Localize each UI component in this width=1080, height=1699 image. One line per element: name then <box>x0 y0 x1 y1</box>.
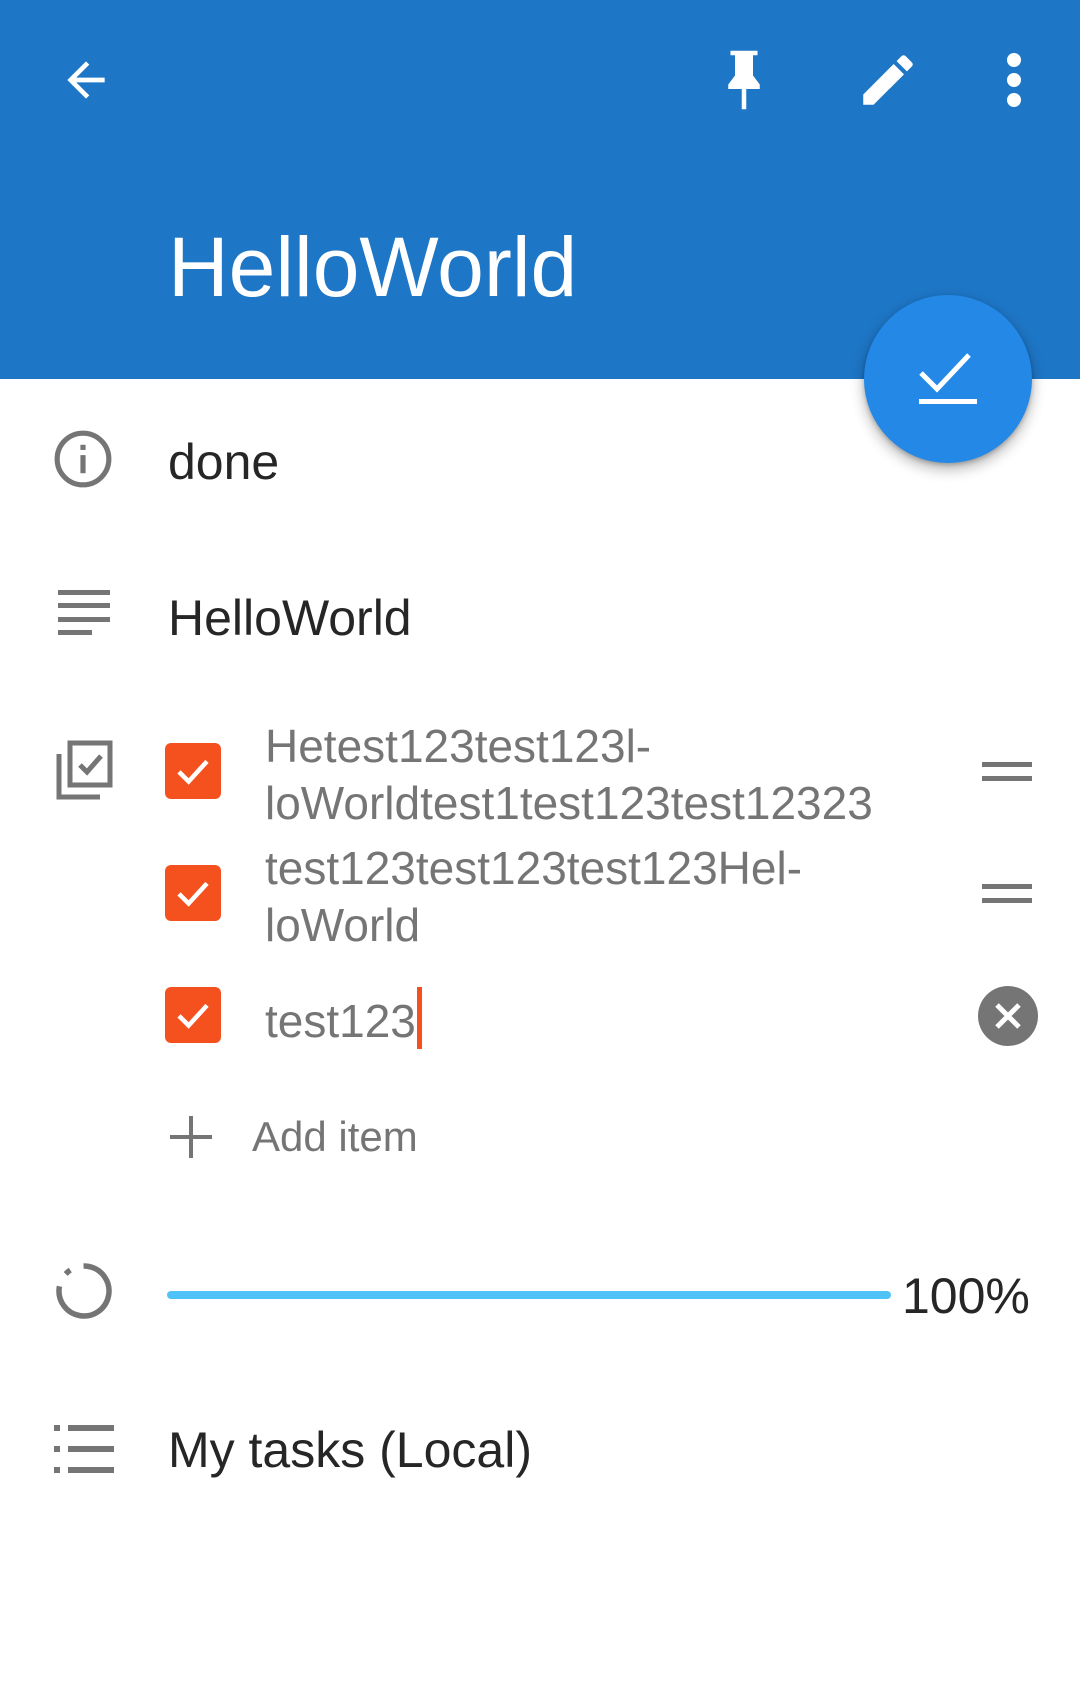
progress-fill <box>167 1291 891 1299</box>
plus-icon <box>170 1116 212 1158</box>
add-item-button[interactable]: Add item <box>168 1110 428 1164</box>
checklist-item-checkbox[interactable] <box>165 987 221 1043</box>
task-list-value[interactable]: My tasks (Local) <box>168 1425 532 1475</box>
checklist-item-checkbox[interactable] <box>165 743 221 799</box>
checklist-item-input-value: test123 <box>265 995 416 1047</box>
checklist-item-checkbox[interactable] <box>165 865 221 921</box>
clear-item-button[interactable] <box>976 984 1040 1048</box>
checklist-item-input[interactable]: test123 <box>265 987 925 1050</box>
complete-fab[interactable] <box>864 295 1032 463</box>
pin-button[interactable] <box>700 38 788 122</box>
pin-icon <box>728 50 760 110</box>
task-title: HelloWorld <box>168 220 578 314</box>
status-value[interactable]: done <box>168 437 279 487</box>
more-vert-icon <box>1007 53 1021 107</box>
check-icon <box>177 881 209 907</box>
text-cursor <box>416 987 422 1049</box>
check-icon <box>177 759 209 785</box>
progress-bar[interactable] <box>167 1291 891 1299</box>
progress-label: 100% <box>902 1268 1030 1324</box>
list-icon <box>54 1425 114 1473</box>
more-options-button[interactable] <box>980 38 1048 122</box>
edit-button[interactable] <box>842 38 934 122</box>
info-icon <box>54 430 112 488</box>
drag-handle-icon[interactable] <box>982 762 1032 782</box>
check-icon <box>177 1003 209 1029</box>
add-item-label: Add item <box>252 1113 418 1160</box>
checklist-item-text[interactable]: Hetest123test123l-loWorldtest1test123tes… <box>265 718 925 832</box>
back-button[interactable] <box>40 38 132 122</box>
description-value[interactable]: HelloWorld <box>168 593 412 643</box>
notes-icon <box>58 590 110 635</box>
clear-icon <box>978 986 1038 1046</box>
arrow-back-icon <box>67 61 105 99</box>
drag-handle-icon[interactable] <box>982 884 1032 904</box>
check-done-icon <box>919 353 977 404</box>
edit-icon <box>863 55 913 105</box>
progress-icon <box>56 1263 112 1319</box>
checklist-item-text[interactable]: test123test123test123Hel-loWorld <box>265 840 925 954</box>
checklist-icon <box>56 740 113 800</box>
